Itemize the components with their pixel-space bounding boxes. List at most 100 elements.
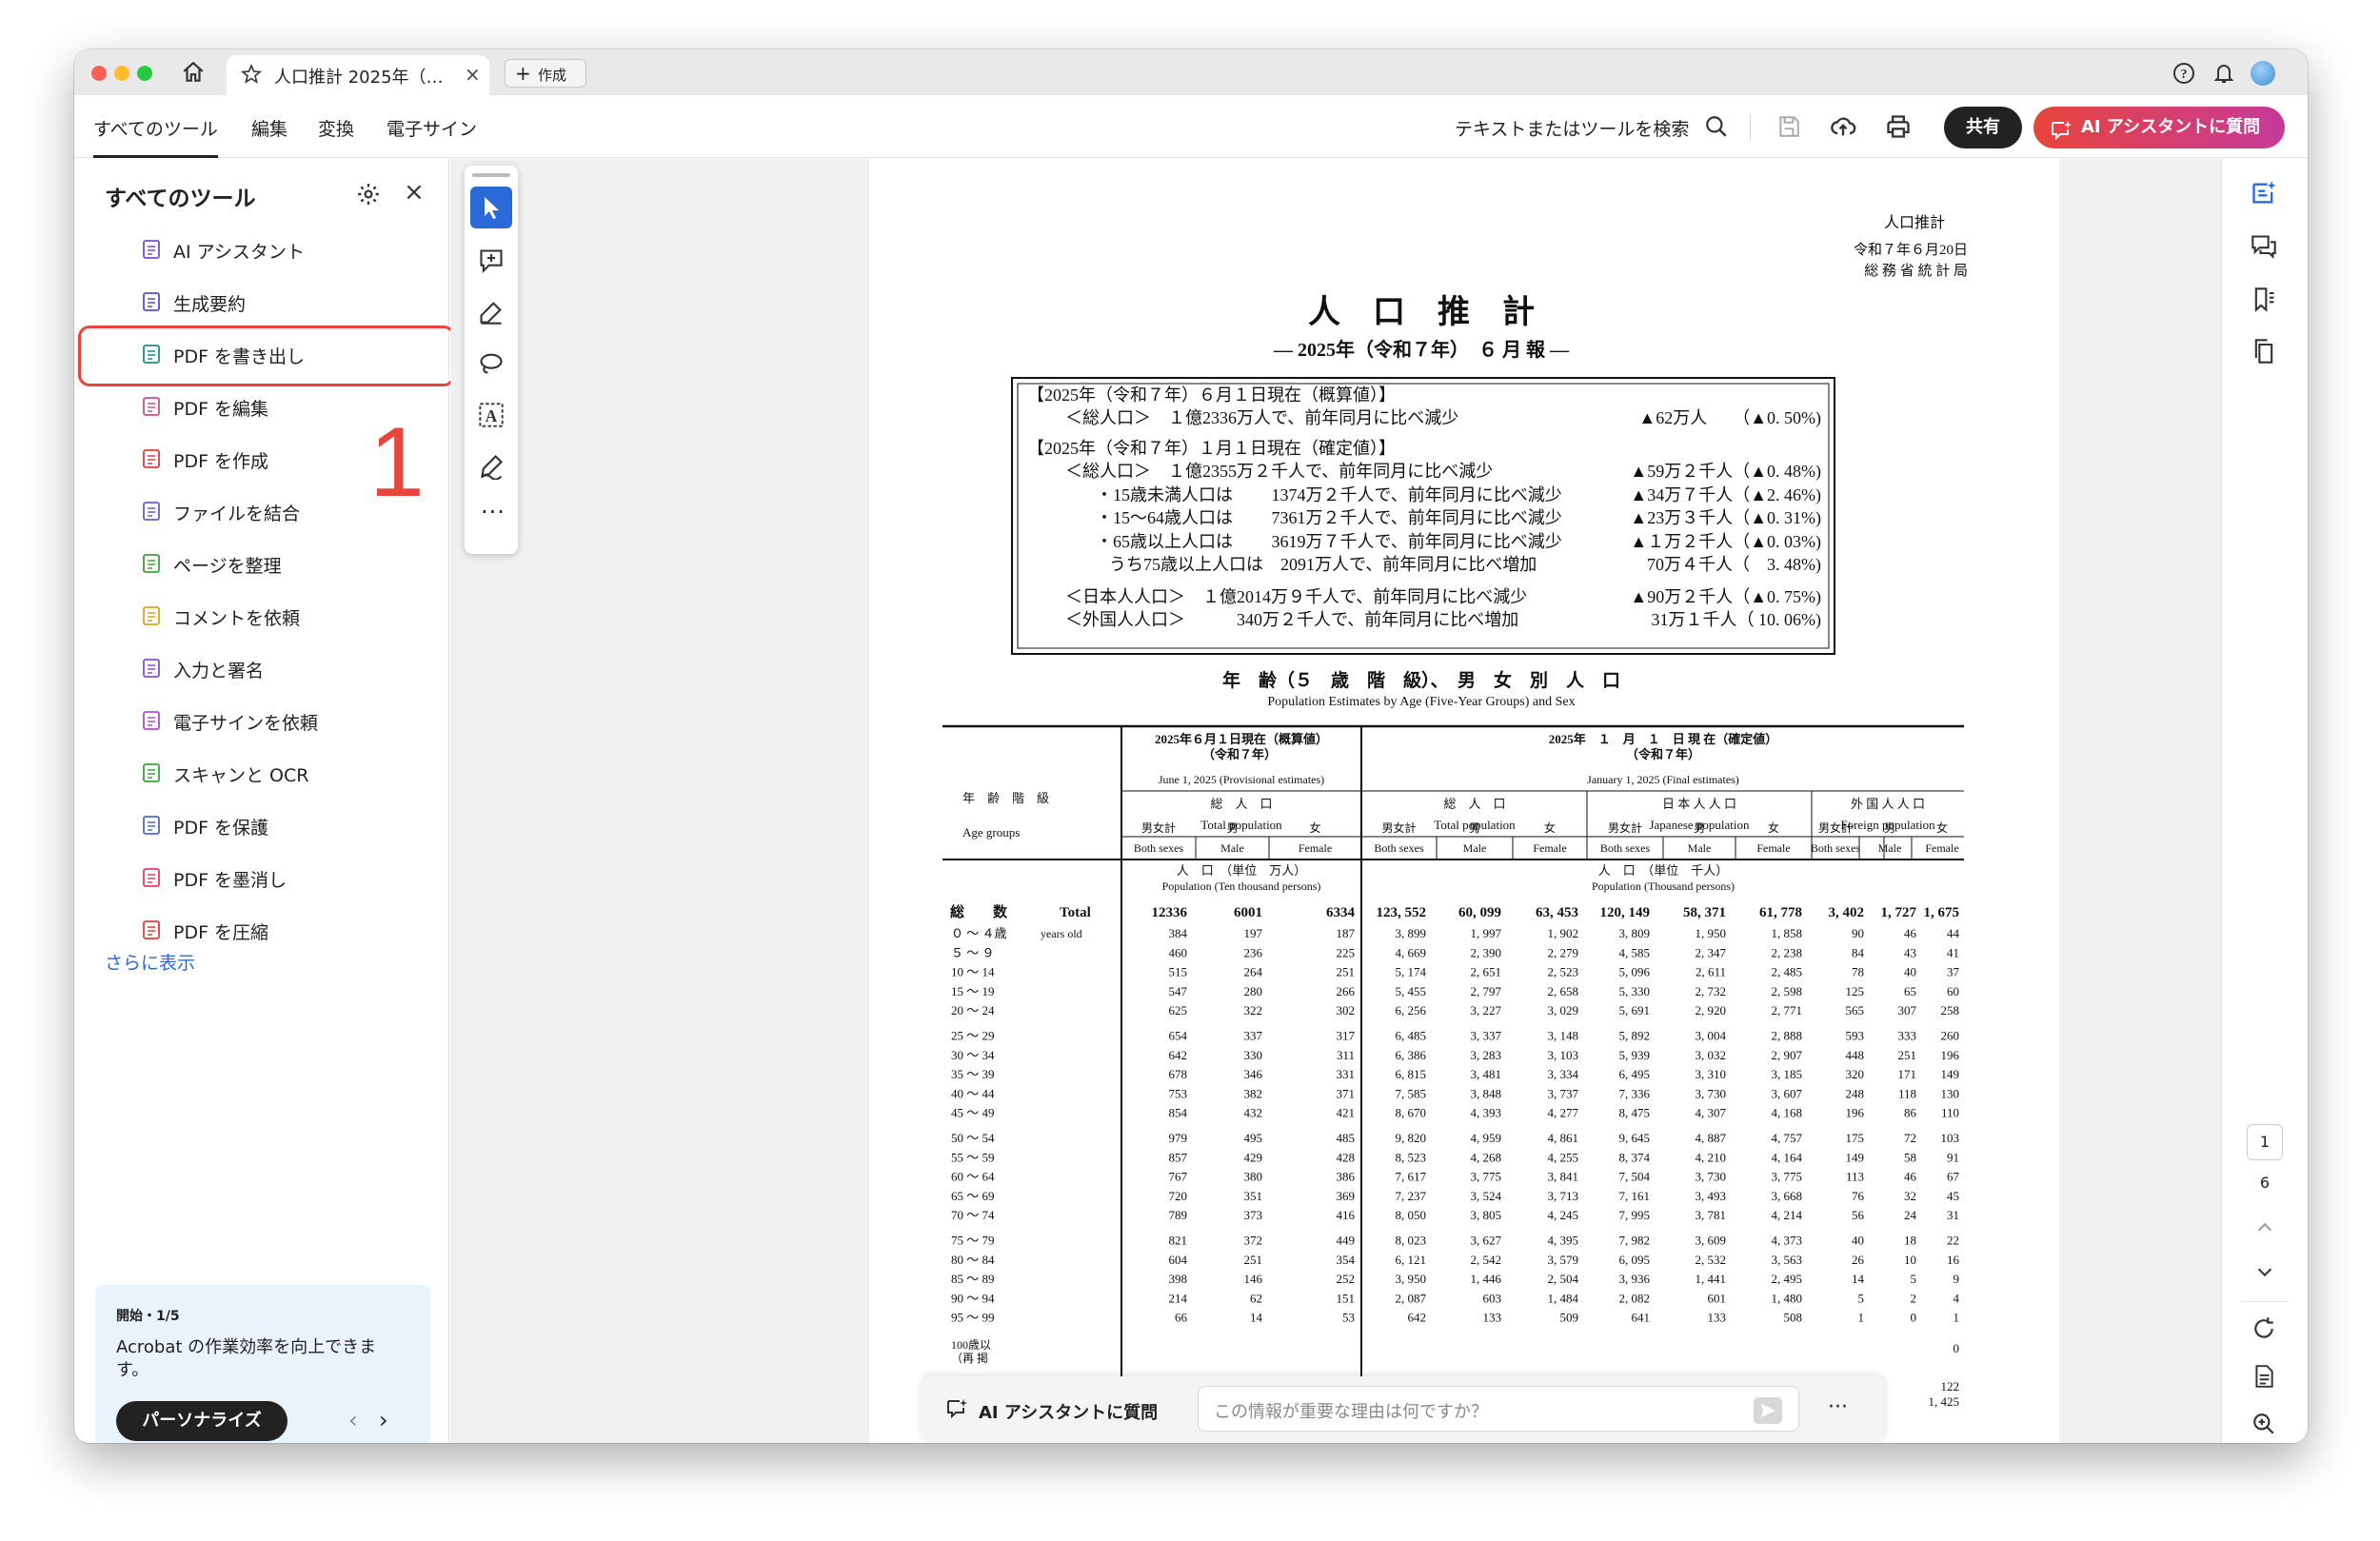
chevron-right-icon[interactable]: › [379,1407,388,1433]
pages-icon[interactable] [2251,338,2277,368]
col-female-en: Female [1925,841,1958,855]
table-cell: 32 [1904,1189,1916,1203]
text-select-icon[interactable]: A [478,402,505,432]
edit-pdf-icon [141,395,164,418]
unit-header: 人 口 （単位 万人） [1177,863,1307,878]
table-cell: 214 [1169,1291,1188,1305]
add-comment-icon[interactable] [478,247,505,278]
menu-all-tools[interactable]: すべてのツール [93,115,218,158]
show-more-link[interactable]: さらに表示 [105,949,195,975]
sidebar-item-request-esign[interactable]: 電子サインを依頼 [103,697,417,744]
personalize-button[interactable]: パーソナライズ [116,1401,288,1441]
share-button[interactable]: 共有 [1944,107,2022,148]
document-tab[interactable]: 人口推計 2025年（… × [227,55,489,95]
comments-icon[interactable] [2251,233,2277,264]
request-esign-icon [141,709,164,732]
table-cell: 3, 609 [1696,1234,1727,1248]
highlight-pen-icon[interactable] [478,299,505,329]
search-icon[interactable] [1704,114,1729,143]
table-cell: 40 [1852,1234,1864,1248]
summary-line: うち75歳以上人口は 2091万人で、前年同月に比べ増加 [1109,555,1537,574]
col-female-en: Female [1756,841,1790,855]
summary-line: ＜総人口＞ １億2336万人で、前年同月に比べ減少 [1065,408,1458,427]
summary-line: ＜外国人人口＞ 340万２千人で、前年同月に比べ増加 [1065,610,1518,629]
lasso-icon[interactable] [478,350,505,381]
table-cell: 1, 425 [1929,1394,1960,1409]
sidebar-item-fill-sign[interactable]: 入力と署名 [103,644,417,692]
table-cell: 4, 255 [1548,1150,1579,1164]
table-cell: 3, 730 [1696,1086,1727,1100]
sidebar-item-scan-ocr[interactable]: スキャンと OCR [103,749,417,797]
close-window-button[interactable] [91,66,107,81]
ai-assistant-button[interactable]: AI アシスタントに質問 [2033,107,2285,148]
home-icon[interactable] [181,60,206,89]
table-cell: 3, 032 [1696,1048,1727,1062]
table-cell: 421 [1337,1106,1356,1120]
age-label: 90 ～ 94 [951,1291,995,1305]
table-cell: 4, 214 [1772,1208,1803,1222]
table-cell: 4, 861 [1548,1131,1579,1145]
table-cell: 2, 888 [1772,1029,1803,1043]
sign-icon[interactable] [478,453,505,484]
table-cell: 8, 475 [1619,1106,1651,1120]
maximize-window-button[interactable] [137,66,152,81]
sidebar-item-protect[interactable]: PDF を保護 [103,801,417,849]
cloud-upload-icon[interactable] [1830,113,1856,144]
prov-header: 2025年６月１日現在（概算値） [1155,732,1328,746]
tool-search-label[interactable]: テキストまたはツールを検索 [1455,115,1689,141]
table-cell: 3, 775 [1471,1170,1502,1184]
menu-edit[interactable]: 編集 [251,115,288,141]
page-number-input[interactable]: 1 [2247,1124,2283,1160]
menu-bar: すべてのツール 編集 変換 電子サイン テキストまたはツールを検索 共有 AI … [74,95,2308,158]
send-icon[interactable] [1754,1397,1782,1424]
save-icon[interactable] [1776,114,1801,143]
chat-input[interactable]: この情報が重要な理由は何ですか？ [1198,1386,1799,1432]
menu-convert[interactable]: 変換 [318,115,354,141]
avatar[interactable] [2251,61,2275,86]
sidebar-item-compress[interactable]: PDF を圧縮 [103,906,417,954]
sidebar-item-organize[interactable]: ページを整理 [103,540,417,587]
sidebar-item-label: ファイルを結合 [173,504,301,524]
chevron-left-icon[interactable]: ‹ [348,1407,358,1433]
chevron-down-icon[interactable] [2254,1261,2275,1286]
table-cell: 56 [1852,1208,1865,1222]
bookmark-icon[interactable] [2251,286,2277,317]
chevron-up-icon[interactable] [2254,1217,2275,1242]
print-icon[interactable] [1885,113,1912,144]
more-tools-icon[interactable]: ··· [481,499,506,525]
bell-icon[interactable] [2212,61,2235,89]
table-cell: 3, 713 [1548,1189,1579,1203]
col-female: 女 [1544,820,1556,835]
more-options-icon[interactable]: ··· [1828,1395,1848,1419]
gear-icon[interactable] [356,182,381,210]
menu-esign[interactable]: 電子サイン [387,115,477,141]
sidebar-item-ai-assistant[interactable]: AI アシスタント [103,226,417,273]
right-rail: 1 6 [2221,159,2308,1443]
zoom-in-icon[interactable] [2251,1412,2276,1440]
table-cell: 58 [1904,1150,1916,1164]
document-canvas[interactable]: 人口推計 令和７年６月20日総 務 省 統 計 局人 口 推 計 ― 2025年（令… [450,159,2221,1443]
close-tab-icon[interactable]: × [465,63,481,86]
total-cell: 6334 [1326,905,1356,920]
handle[interactable] [472,173,510,177]
minimize-window-button[interactable] [114,66,129,81]
sidebar-item-comment-request[interactable]: コメントを依頼 [103,592,417,640]
sidebar-item-redact[interactable]: PDF を墨消し [103,854,417,901]
fit-page-icon[interactable] [2251,1364,2276,1393]
summary-value: ▲90万２千人（▲0. 75%) [1630,587,1821,607]
col-male-en: Male [1220,841,1244,855]
table-cell: 3, 029 [1548,1003,1579,1017]
sidebar-item-label: PDF を保護 [173,818,269,839]
table-cell: 449 [1337,1234,1356,1248]
rotate-icon[interactable] [2251,1316,2276,1345]
ai-summary-icon[interactable] [2251,180,2277,210]
star-icon[interactable] [240,63,263,89]
table-cell: 386 [1337,1170,1356,1184]
sidebar-item-summary[interactable]: 生成要約 [103,278,417,326]
select-tool-icon[interactable] [470,187,512,228]
col-male-en: Male [1878,841,1902,855]
help-icon[interactable]: ? [2172,62,2195,89]
new-tab-button[interactable]: + 作成 [505,59,586,88]
close-sidebar-icon[interactable]: × [404,178,425,207]
redact-icon [141,866,164,889]
